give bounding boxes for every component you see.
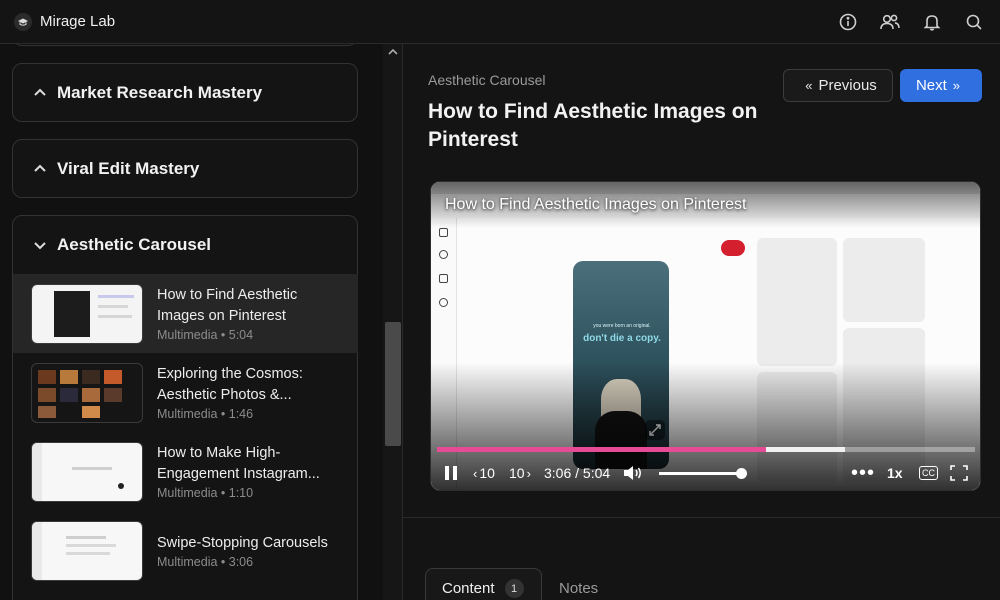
tab-count-badge: 1 [504,579,524,598]
scroll-up-icon[interactable] [386,46,400,58]
module-aesthetic-carousel: Aesthetic Carousel How to Find Aesthetic… [12,215,358,600]
lesson-thumbnail [31,362,143,423]
lesson-item[interactable]: Exploring the Cosmos: Aesthetic Photos &… [13,353,358,432]
chevron-up-icon [33,86,47,100]
sidebar-scroll-thumb[interactable] [385,322,401,446]
bell-icon[interactable] [922,12,942,32]
lesson-title: How to Make High-Engagement Instagram... [157,445,320,482]
chevron-down-icon [33,238,47,252]
lesson-meta: Multimedia • 5:04 [157,328,254,342]
next-button[interactable]: Next » [900,69,982,102]
search-icon[interactable] [964,12,984,32]
module-title: Viral Edit Mastery [57,159,200,178]
content-divider [403,517,1000,518]
users-icon[interactable] [880,12,900,32]
rewind-icon: ‹ [473,465,478,481]
brand[interactable]: Mirage Lab [14,12,116,31]
brand-logo-icon [14,12,32,31]
video-controls: ‹ 10 10 › 3:06 / 5:04 ••• 1x CC [431,460,980,486]
top-bar: Mirage Lab [0,0,1000,44]
breadcrumb[interactable]: Aesthetic Carousel [428,72,546,88]
volume-level [659,472,741,475]
more-dots-icon: ••• [851,461,876,484]
forward-label: 10 [509,465,525,481]
lesson-thumbnail [31,520,143,581]
page-title: How to Find Aesthetic Images on Pinteres… [428,100,758,151]
volume-button[interactable] [623,460,643,486]
video-time: 3:06 / 5:04 [544,465,611,481]
topbar-actions [838,0,1000,44]
lesson-item[interactable]: Swipe-Stopping Carousels Multimedia • 3:… [13,511,358,590]
module-header[interactable]: Aesthetic Carousel [13,216,357,274]
video-frame-card [843,238,925,322]
tab-content[interactable]: Content 1 [425,568,542,600]
lesson-item[interactable]: How to Make High-Engagement Instagram...… [13,432,358,511]
lesson-main: Aesthetic Carousel How to Find Aesthetic… [402,44,1000,600]
module-market-research-mastery: Market Research Mastery [12,63,358,122]
tab-notes[interactable]: Notes [559,568,598,600]
fullscreen-button[interactable] [950,460,968,486]
pin-text: don't die a copy. [583,333,661,344]
tab-label: Notes [559,579,599,597]
info-icon[interactable] [838,12,858,32]
lesson-title: Swipe-Stopping Carousels [157,534,328,551]
volume-knob[interactable] [736,468,747,479]
module-title: Aesthetic Carousel [57,235,211,254]
fullscreen-icon [950,465,968,481]
lesson-meta: Multimedia • 1:10 [157,486,254,500]
chevrons-left-icon: « [805,78,813,93]
lesson-thumbnail [31,441,143,502]
rewind-button[interactable]: ‹ 10 [473,460,495,486]
volume-slider[interactable] [659,468,747,479]
video-played-bar [437,447,767,452]
volume-icon [624,466,641,480]
captions-icon: CC [919,466,938,480]
pause-button[interactable] [443,460,459,486]
lesson-title: How to Find Aesthetic Images on Pinteres… [157,287,298,324]
playback-speed-button[interactable]: 1x [887,460,903,486]
app-name: Mirage Lab [40,13,116,30]
module-viral-edit-mastery: Viral Edit Mastery [12,139,358,198]
pin-small-text: you were born an original. [593,323,651,329]
previous-module-card [12,44,358,46]
video-frame-save-badge [721,240,745,256]
lesson-meta: Multimedia • 3:06 [157,554,254,569]
module-header[interactable]: Market Research Mastery [13,64,357,122]
tab-label: Content [442,580,495,597]
lesson-thumbnail [31,283,143,344]
rewind-label: 10 [479,465,495,481]
forward-button[interactable]: 10 › [509,460,531,486]
chevron-up-icon [33,162,47,176]
lesson-item[interactable]: How to Find Aesthetic Images on Pinteres… [13,274,358,353]
pause-icon [445,466,457,480]
module-title: Market Research Mastery [57,83,263,102]
video-player[interactable]: you were born an original. don't die a c… [430,181,981,491]
chevrons-right-icon: » [952,78,961,93]
forward-icon: › [526,465,531,481]
module-header[interactable]: Viral Edit Mastery [13,140,357,198]
previous-label: Previous [818,77,877,94]
next-label: Next [915,77,947,94]
video-title: How to Find Aesthetic Images on Pinteres… [445,196,747,213]
previous-button[interactable]: « Previous [783,69,893,102]
video-frame-card [757,238,837,366]
more-options-button[interactable]: ••• [851,460,875,486]
video-progress-bar[interactable] [437,447,975,452]
course-sidebar: Market Research Mastery Viral Edit Maste… [0,44,402,600]
lesson-title: Exploring the Cosmos: Aesthetic Photos &… [157,366,303,403]
lesson-meta: Multimedia • 1:46 [157,407,254,421]
captions-button[interactable]: CC [919,460,938,486]
